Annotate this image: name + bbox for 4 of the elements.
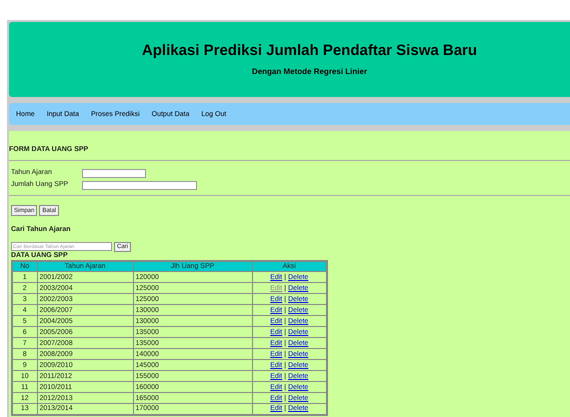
input-field[interactable] bbox=[82, 180, 197, 190]
app-subtitle: Dengan Metode Regresi Linier bbox=[252, 68, 368, 76]
app-title: Aplikasi Prediksi Jumlah Pendaftar Siswa Baru bbox=[142, 43, 478, 58]
input-field[interactable] bbox=[82, 168, 146, 178]
